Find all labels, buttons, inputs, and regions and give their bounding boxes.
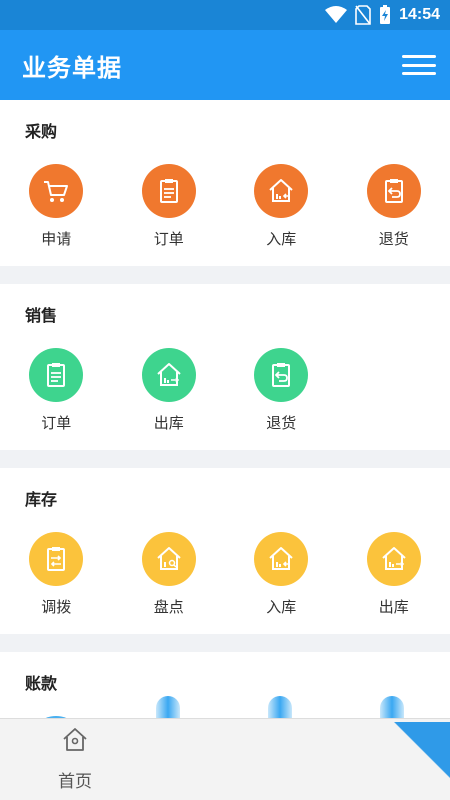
sales-outbound-item[interactable]: 出库: [113, 336, 226, 442]
section-purchase: 采购 申请 订单 入库 退货: [0, 100, 450, 266]
purchase-return-item[interactable]: 退货: [338, 152, 450, 258]
app-bar: 业务单据: [0, 30, 450, 100]
sales-order-item[interactable]: 订单: [0, 336, 113, 442]
menu-button[interactable]: [402, 52, 436, 78]
item-label: 调拨: [41, 598, 72, 616]
item-label: 入库: [266, 598, 297, 616]
inventory-inbound-item[interactable]: 入库: [225, 520, 338, 626]
inventory-check-icon: [157, 547, 181, 570]
page-title: 业务单据: [22, 53, 122, 82]
no-sim-icon: [355, 5, 371, 25]
sales-return-item[interactable]: 退货: [225, 336, 338, 442]
item-label: 出库: [378, 598, 409, 616]
item-label: 退货: [378, 230, 409, 248]
warehouse-in-icon: [269, 547, 293, 570]
bottom-navigation: 首页: [0, 718, 450, 800]
section-title: 销售: [25, 306, 58, 325]
purchase-apply-item[interactable]: 申请: [0, 152, 113, 258]
warehouse-out-icon: [382, 547, 406, 570]
return-icon: [272, 363, 291, 387]
warehouse-out-icon: [157, 363, 181, 386]
nav-corner-shape: [390, 722, 450, 800]
section-sales: 销售 订单 出库 退货: [0, 284, 450, 450]
inventory-transfer-item[interactable]: 调拨: [0, 520, 113, 626]
section-title: 库存: [25, 490, 58, 509]
section-inventory: 库存 调拨 盘点 入库 出库: [0, 468, 450, 634]
inventory-check-item[interactable]: 盘点: [113, 520, 226, 626]
clipboard-icon: [47, 363, 66, 387]
section-title: 采购: [25, 122, 58, 141]
clipboard-icon: [159, 179, 178, 203]
item-label: 订单: [41, 414, 72, 432]
content-area: 采购 申请 订单 入库 退货 销售 订单 出库 退货 库存 调拨 盘点 入库 出…: [0, 100, 450, 720]
nav-home-tab[interactable]: 首页: [30, 725, 120, 797]
nav-home-label: 首页: [58, 772, 92, 792]
status-time: 14:54: [399, 6, 440, 23]
status-bar: 14:54: [0, 0, 450, 30]
item-label: 盘点: [153, 598, 184, 616]
wifi-icon: [325, 6, 348, 23]
item-label: 申请: [41, 230, 72, 248]
item-label: 退货: [266, 414, 297, 432]
section-title: 账款: [25, 674, 58, 693]
transfer-icon: [47, 547, 66, 571]
item-label: 入库: [266, 230, 297, 248]
purchase-order-item[interactable]: 订单: [113, 152, 226, 258]
battery-charging-icon: [380, 5, 391, 24]
inventory-outbound-item[interactable]: 出库: [338, 520, 450, 626]
cart-icon: [44, 181, 69, 202]
menu-icon: [402, 55, 436, 58]
return-icon: [384, 179, 403, 203]
home-icon: [63, 728, 87, 751]
item-label: 出库: [153, 414, 184, 432]
purchase-inbound-item[interactable]: 入库: [225, 152, 338, 258]
warehouse-in-icon: [269, 179, 293, 202]
item-label: 订单: [153, 230, 184, 248]
